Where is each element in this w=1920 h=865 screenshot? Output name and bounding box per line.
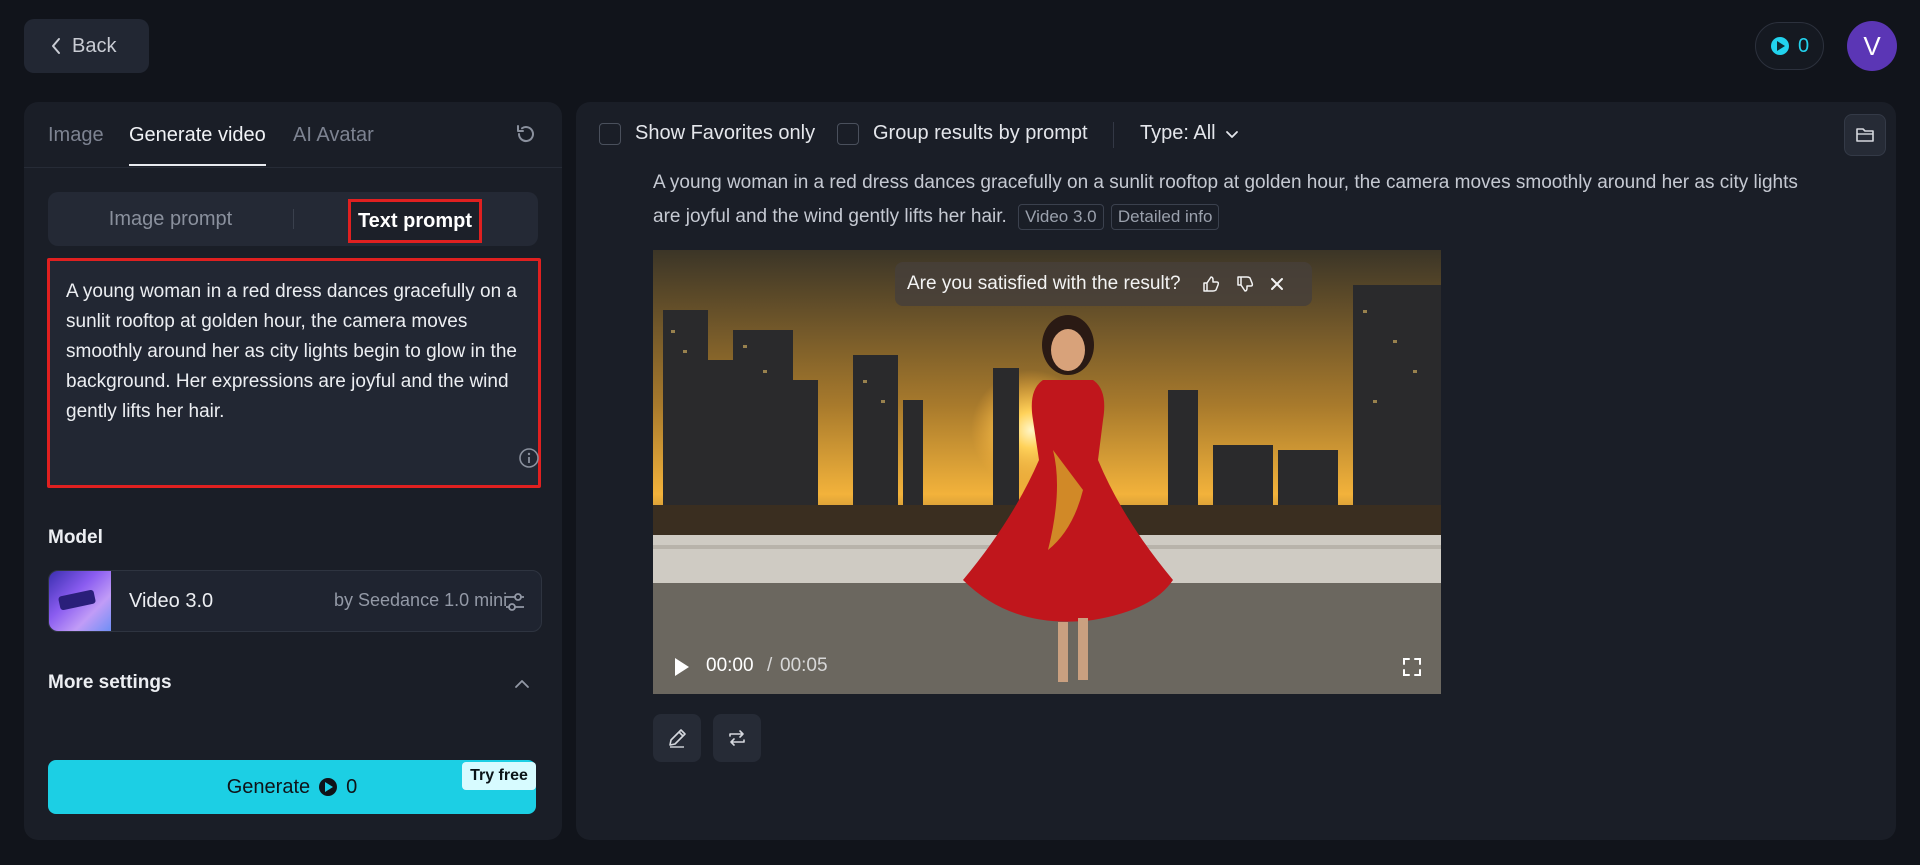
result-prompt: A young woman in a red dress dances grac… — [653, 166, 1863, 234]
credits-count: 0 — [1797, 34, 1810, 57]
avatar-letter: V — [1863, 30, 1881, 61]
prompt-textarea[interactable]: A young woman in a red dress dances grac… — [47, 258, 541, 488]
credit-coin-icon — [1770, 37, 1789, 55]
chevron-up-icon[interactable] — [512, 674, 532, 694]
play-icon[interactable] — [673, 656, 691, 678]
tab-image[interactable]: Image — [48, 124, 104, 147]
back-label: Back — [72, 34, 117, 57]
type-filter-label: Type: All — [1140, 122, 1216, 144]
close-icon[interactable] — [1269, 276, 1285, 292]
survey-question: Are you satisfied with the result? — [907, 273, 1181, 294]
repeat-icon — [729, 730, 745, 746]
reset-icon[interactable] — [514, 122, 538, 146]
folder-button[interactable] — [1844, 114, 1886, 156]
sliders-icon[interactable] — [503, 590, 527, 614]
tab-ai-avatar[interactable]: AI Avatar — [293, 124, 374, 147]
detailed-info-button[interactable]: Detailed info — [1110, 204, 1220, 230]
video-player[interactable]: Are you satisfied with the result? 00:00… — [653, 250, 1441, 694]
favorites-checkbox[interactable] — [599, 123, 621, 145]
model-thumbnail — [49, 571, 111, 631]
group-by-prompt-label[interactable]: Group results by prompt — [873, 122, 1088, 145]
filter-bar: Show Favorites only Group results by pro… — [576, 102, 1896, 166]
video-frame — [653, 250, 1441, 694]
model-name: Video 3.0 — [129, 590, 214, 612]
model-selector[interactable]: Video 3.0 by Seedance 1.0 mini — [48, 570, 542, 632]
user-avatar[interactable]: V — [1847, 21, 1897, 71]
results-panel: Show Favorites only Group results by pro… — [576, 102, 1896, 840]
top-bar: Back 0 V — [0, 0, 1920, 96]
satisfaction-survey: Are you satisfied with the result? — [895, 262, 1312, 306]
back-button[interactable]: Back — [24, 19, 149, 73]
generator-panel: Image Generate video AI Avatar Image pro… — [24, 102, 562, 840]
pencil-icon — [669, 729, 686, 748]
more-settings-toggle[interactable]: More settings — [48, 672, 172, 694]
credit-coin-icon — [319, 778, 338, 796]
survey-actions — [1201, 274, 1285, 294]
chevron-left-icon — [52, 38, 60, 54]
try-free-badge: Try free — [462, 762, 536, 790]
result-prompt-line-1: A young woman in a red dress dances grac… — [653, 172, 1798, 193]
thumbs-up-icon[interactable] — [1201, 274, 1221, 294]
switch-divider — [293, 209, 294, 229]
thumbs-down-icon[interactable] — [1235, 274, 1255, 294]
folder-icon — [1856, 128, 1874, 142]
group-by-prompt-checkbox[interactable] — [837, 123, 859, 145]
regenerate-button[interactable] — [713, 714, 761, 762]
type-filter-dropdown[interactable]: Type: All — [1140, 122, 1240, 145]
time-separator: / — [767, 655, 773, 676]
model-section-label: Model — [48, 527, 103, 548]
filter-divider — [1113, 122, 1114, 148]
image-prompt-option[interactable]: Image prompt — [48, 192, 293, 246]
result-prompt-line-2-wrap: are joyful and the wind gently lifts her… — [653, 200, 1863, 234]
favorites-label[interactable]: Show Favorites only — [635, 122, 815, 145]
chevron-down-icon — [1225, 130, 1238, 138]
info-icon[interactable] — [518, 447, 540, 469]
model-provider: by Seedance 1.0 mini — [334, 590, 508, 610]
edit-button[interactable] — [653, 714, 701, 762]
credits-badge[interactable]: 0 — [1755, 22, 1824, 70]
tab-generate-video[interactable]: Generate video — [129, 124, 266, 166]
text-prompt-option[interactable]: Text prompt — [348, 199, 482, 243]
generate-cost: 0 — [346, 775, 358, 798]
total-time: 00:05 — [780, 655, 828, 676]
mode-tabs: Image Generate video AI Avatar — [24, 102, 562, 168]
generate-label: Generate — [226, 775, 311, 798]
fullscreen-icon[interactable] — [1401, 656, 1423, 678]
prompt-text: A young woman in a red dress dances grac… — [66, 281, 517, 422]
result-prompt-line-2: are joyful and the wind gently lifts her… — [653, 206, 1007, 227]
video-controls: 00:00 / 00:05 — [653, 640, 1441, 694]
current-time: 00:00 — [706, 655, 754, 676]
model-badge: Video 3.0 — [1018, 204, 1104, 230]
